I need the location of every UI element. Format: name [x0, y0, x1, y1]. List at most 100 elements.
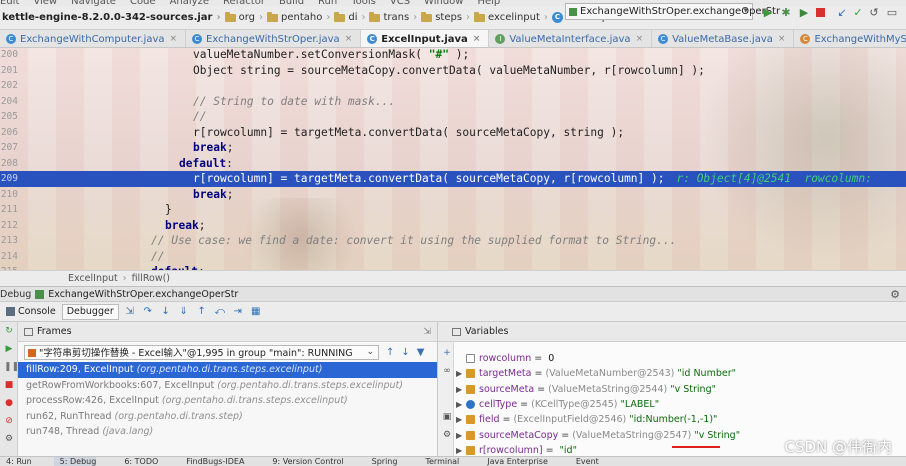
variable-row[interactable]: ▶ sourceMetaCopy = (ValueMetaString@2547) "v…	[456, 428, 740, 443]
close-icon[interactable]: ×	[345, 34, 353, 44]
breadcrumb-class[interactable]: ExcelInput	[68, 273, 118, 284]
gear-icon[interactable]: ⚙	[890, 288, 900, 301]
frames-title-bar: Frames ⇲	[18, 322, 437, 342]
frame-location: (org.pentaho.di.trans.steps.excelinput)	[161, 395, 348, 406]
debug-icon[interactable]: ✱	[780, 6, 792, 19]
code-text: //	[193, 110, 207, 123]
frame-item[interactable]: getRowFromWorkbooks:607, ExcelInput (org…	[18, 378, 437, 394]
more-icon[interactable]: ∞	[442, 366, 452, 376]
expand-arrow-icon[interactable]: ▶	[456, 397, 466, 412]
view-breakpoints-icon[interactable]: ●	[4, 398, 14, 408]
mark-object-icon[interactable]: ▣	[442, 412, 452, 422]
variable-row[interactable]: ▶ field = (ExcelInputField@2546) "id:Number(…	[456, 412, 717, 427]
force-step-into-icon[interactable]: ⇓	[177, 305, 191, 319]
tool-window-tab[interactable]: Spring	[366, 457, 398, 466]
restore-layout-icon[interactable]: ⇲	[423, 327, 431, 337]
tool-window-tab[interactable]: FindBugs-IDEA	[180, 457, 244, 466]
tool-window-tab[interactable]: 9: Version Control	[266, 457, 343, 466]
field-icon	[466, 430, 475, 440]
vcs-commit-icon[interactable]: ✓	[852, 6, 864, 19]
editor-tab-label: ValueMetaInterface.java	[509, 33, 631, 45]
breadcrumb-separator: ›	[122, 273, 127, 284]
tool-window-tab[interactable]: 4: Run	[0, 457, 32, 466]
variable-row[interactable]: ▶ sourceMeta = (ValueMetaString@2544) "v Str…	[456, 382, 716, 397]
expand-arrow-icon[interactable]: ▶	[456, 382, 466, 397]
tab-debugger[interactable]: Debugger	[61, 303, 119, 320]
breadcrumb-item[interactable]: kettle-engine-8.2.0.0-342-sources.jar ›	[0, 12, 225, 23]
line-number: 210	[0, 188, 18, 200]
pause-icon[interactable]: ❚❚	[4, 362, 19, 372]
thread-select[interactable]: "字符串剪切操作替换 - Excel输入"@1,995 in group "ma…	[24, 344, 379, 360]
variable-equals: =	[520, 398, 529, 410]
tool-window-tab[interactable]: Event	[570, 457, 599, 466]
step-out-icon[interactable]: ↑	[195, 305, 209, 319]
close-icon[interactable]: ×	[636, 34, 644, 44]
frame-item[interactable]: fillRow:209, ExcelInput (org.pentaho.di.…	[18, 362, 437, 378]
variable-row[interactable]: rowcolumn = 0	[456, 351, 554, 366]
run-configuration-select[interactable]: ExchangeWithStrOper.exchangeOperStr ▾	[565, 3, 780, 20]
tool-window-bar: 4: Run 5: Debug 6: TODO FindBugs-IDEA 9: Ver…	[0, 456, 906, 466]
editor-tab[interactable]: C ExcelInput.java ×	[361, 30, 490, 47]
thread-row: "字符串剪切操作替换 - Excel输入"@1,995 in group "ma…	[18, 342, 437, 362]
variable-row[interactable]: ▶ cellType = (KCellType@2545) "LABEL"	[456, 397, 659, 412]
history-icon[interactable]: ↺	[868, 6, 880, 19]
variable-name: cellType	[479, 398, 518, 410]
settings-icon[interactable]: ⚙	[4, 434, 14, 444]
settings-icon[interactable]: ⚙	[442, 430, 452, 440]
run-icon[interactable]: ▶	[762, 6, 774, 19]
breadcrumb-label: steps	[435, 12, 463, 23]
filter-icon[interactable]: ▼	[417, 347, 425, 358]
evaluate-expression-icon[interactable]: ▦	[249, 305, 263, 319]
editor-tab[interactable]: CExchangeWithMySQL.java×	[794, 30, 906, 47]
editor-tab[interactable]: C ExchangeWithStrOper.java ×	[186, 30, 362, 47]
breadcrumb-item[interactable]: trans ›	[369, 11, 421, 23]
editor-tab[interactable]: I ValueMetaInterface.java ×	[489, 30, 653, 47]
stop-icon[interactable]: ■	[4, 380, 14, 390]
frame-item[interactable]: run748, Thread (java.lang)	[18, 424, 437, 440]
drop-frame-icon[interactable]: ⤺	[213, 305, 227, 319]
expand-arrow-icon[interactable]: ▶	[456, 366, 466, 381]
add-watch-icon[interactable]: +	[442, 348, 452, 358]
breadcrumb-item[interactable]: org ›	[224, 11, 267, 23]
editor-tab[interactable]: C ExchangeWithComputer.java ×	[0, 30, 187, 47]
field-icon	[466, 415, 475, 425]
line-number: 207	[0, 142, 18, 153]
frame-item[interactable]: processRow:426, ExcelInput (org.pentaho.…	[18, 393, 437, 409]
tool-window-tab[interactable]: 6: TODO	[118, 457, 158, 466]
code-line: 208 default:	[0, 156, 906, 172]
breadcrumb-item[interactable]: di ›	[334, 11, 369, 23]
stop-icon[interactable]	[814, 6, 826, 18]
mute-breakpoints-icon[interactable]: ⊘	[4, 416, 14, 426]
structure-icon[interactable]: ▭	[886, 6, 898, 19]
variable-equals: =	[534, 368, 543, 380]
expand-arrow-icon[interactable]: ▶	[456, 412, 466, 427]
rerun-icon[interactable]: ↻	[4, 326, 14, 336]
breadcrumb-item[interactable]: pentaho ›	[267, 11, 334, 23]
close-icon[interactable]: ×	[473, 34, 481, 44]
code-text: //	[151, 249, 165, 263]
vcs-update-icon[interactable]: ↙	[836, 6, 848, 19]
run-to-cursor-icon[interactable]: ⇥	[231, 305, 245, 319]
show-execution-point-icon[interactable]: ⇲	[123, 305, 137, 319]
resume-icon[interactable]: ▶	[4, 344, 14, 354]
variable-row[interactable]: ▶ targetMeta = (ValueMetaNumber@2543) "id Nu…	[456, 366, 736, 381]
coverage-icon[interactable]: ▶	[798, 6, 810, 19]
expand-arrow-icon[interactable]: ▶	[456, 428, 466, 443]
tool-window-tab[interactable]: Terminal	[419, 457, 459, 466]
breadcrumb-item[interactable]: steps ›	[421, 11, 474, 23]
breadcrumb-item[interactable]: excelinput ›	[474, 11, 552, 23]
frame-item[interactable]: run62, RunThread (org.pentaho.di.trans.s…	[18, 409, 437, 425]
close-icon[interactable]: ×	[778, 34, 786, 44]
arrow-down-icon[interactable]: ↓	[401, 347, 409, 358]
tool-window-tab[interactable]: 5: Debug	[53, 457, 97, 466]
arrow-up-icon[interactable]: ↑	[386, 347, 394, 358]
editor-tab[interactable]: C ValueMetaBase.java ×	[652, 30, 795, 47]
close-icon[interactable]: ×	[170, 34, 178, 44]
tab-console[interactable]: Console	[2, 304, 60, 320]
tool-window-tab[interactable]: Java Enterprise	[481, 457, 548, 466]
code-editor[interactable]: 200 valueMetaNumber.setConversionMask( "#…	[0, 48, 906, 270]
step-over-icon[interactable]: ↷	[141, 305, 155, 319]
breadcrumb-method[interactable]: fillRow()	[132, 273, 170, 284]
editor-tab-bar: C ExchangeWithComputer.java × C ExchangeWith…	[0, 30, 906, 48]
step-into-icon[interactable]: ↓	[159, 305, 173, 319]
